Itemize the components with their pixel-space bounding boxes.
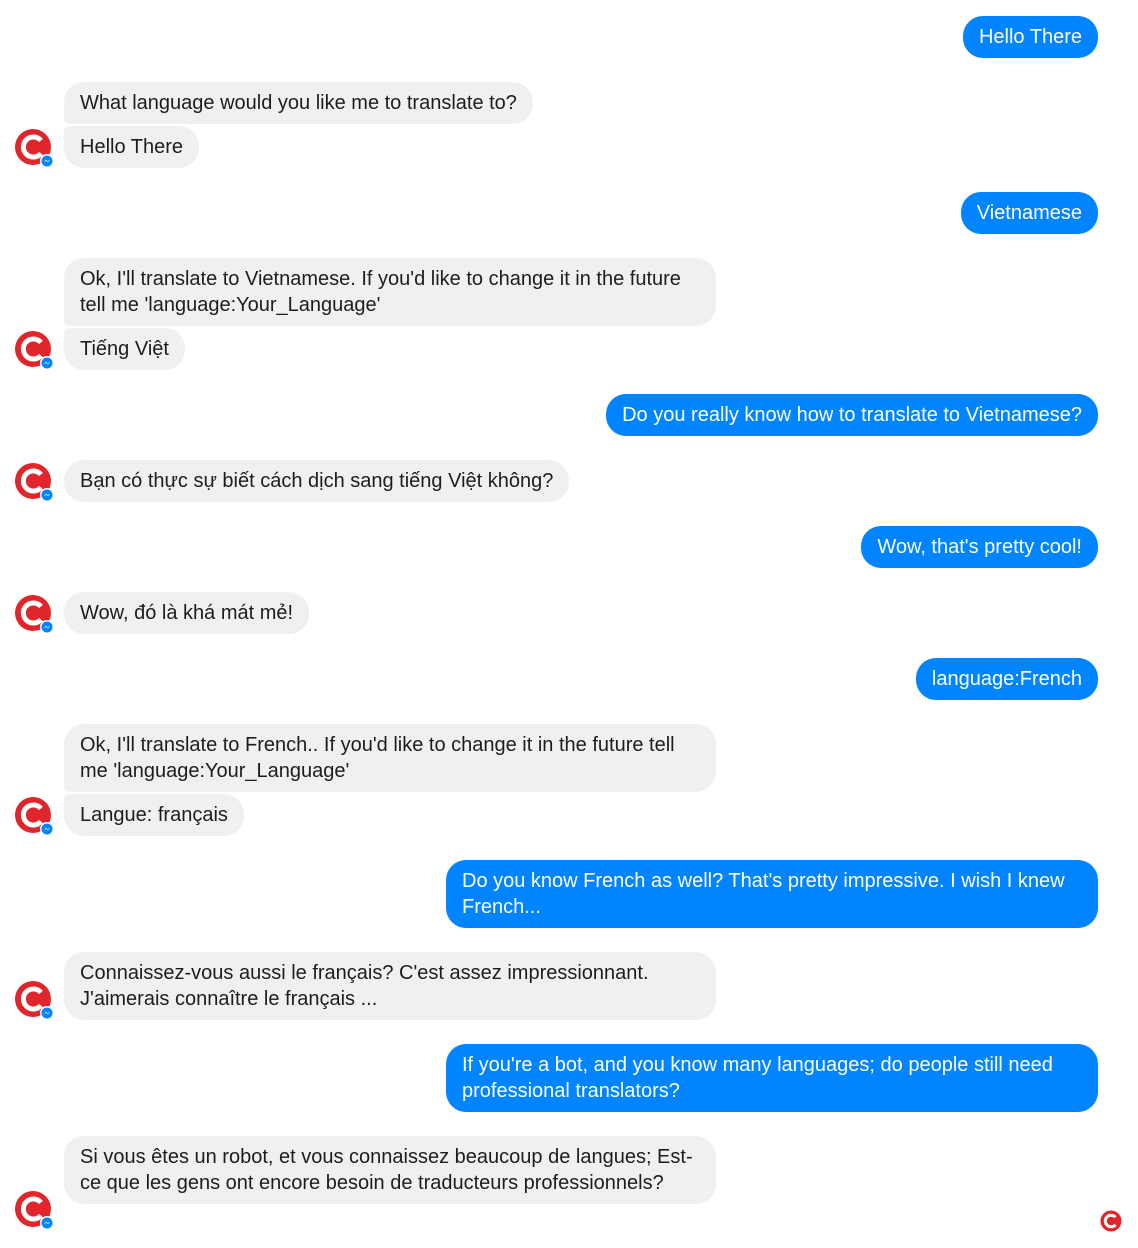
incoming-message: Bạn có thực sự biết cách dịch sang tiếng… [64,460,570,502]
outgoing-message: Do you really know how to translate to V… [606,394,1098,436]
incoming-message: Hello There [64,126,200,168]
outgoing-message: Hello There [962,16,1098,58]
incoming-message: Si vous êtes un robot, et vous connaisse… [64,1136,716,1204]
bot-avatar[interactable] [14,796,54,836]
bot-logo-icon [15,595,54,634]
messenger-badge-icon [40,488,54,502]
outgoing-message: Wow, that's pretty cool! [861,526,1098,568]
messenger-badge-icon [40,620,54,634]
incoming-message: What language would you like me to trans… [64,82,533,124]
outgoing-message: Do you know French as well? That's prett… [446,860,1098,928]
bot-logo-icon [15,331,54,370]
message-thread[interactable]: Hello There What language would you like… [0,0,1138,1248]
outgoing-message: language:French [915,658,1098,700]
incoming-message: Connaissez-vous aussi le français? C'est… [64,952,716,1020]
bot-avatar[interactable] [14,980,54,1020]
bot-avatar[interactable] [14,1190,54,1230]
incoming-message: Tiếng Việt [64,328,185,370]
incoming-message: Wow, đó là khá mát mẻ! [64,592,310,634]
bot-logo-icon [15,463,54,502]
bot-logo-icon [15,1191,54,1230]
incoming-message: Ok, I'll translate to French.. If you'd … [64,724,716,792]
incoming-message: Langue: français [64,794,244,836]
outgoing-message: Vietnamese [960,192,1098,234]
bot-logo-icon [1100,1210,1122,1232]
bot-avatar[interactable] [14,462,54,502]
bot-logo-icon [15,981,54,1020]
messenger-badge-icon [40,356,54,370]
messenger-badge-icon [40,1216,54,1230]
outgoing-message: If you're a bot, and you know many langu… [446,1044,1098,1112]
bot-logo-icon [15,129,54,168]
incoming-message: Ok, I'll translate to Vietnamese. If you… [64,258,716,326]
bot-avatar[interactable] [14,128,54,168]
bot-avatar[interactable] [14,594,54,634]
bot-avatar[interactable] [14,330,54,370]
bot-logo-icon [15,797,54,836]
messenger-badge-icon [40,822,54,836]
messenger-badge-icon [40,1006,54,1020]
messenger-badge-icon [40,154,54,168]
